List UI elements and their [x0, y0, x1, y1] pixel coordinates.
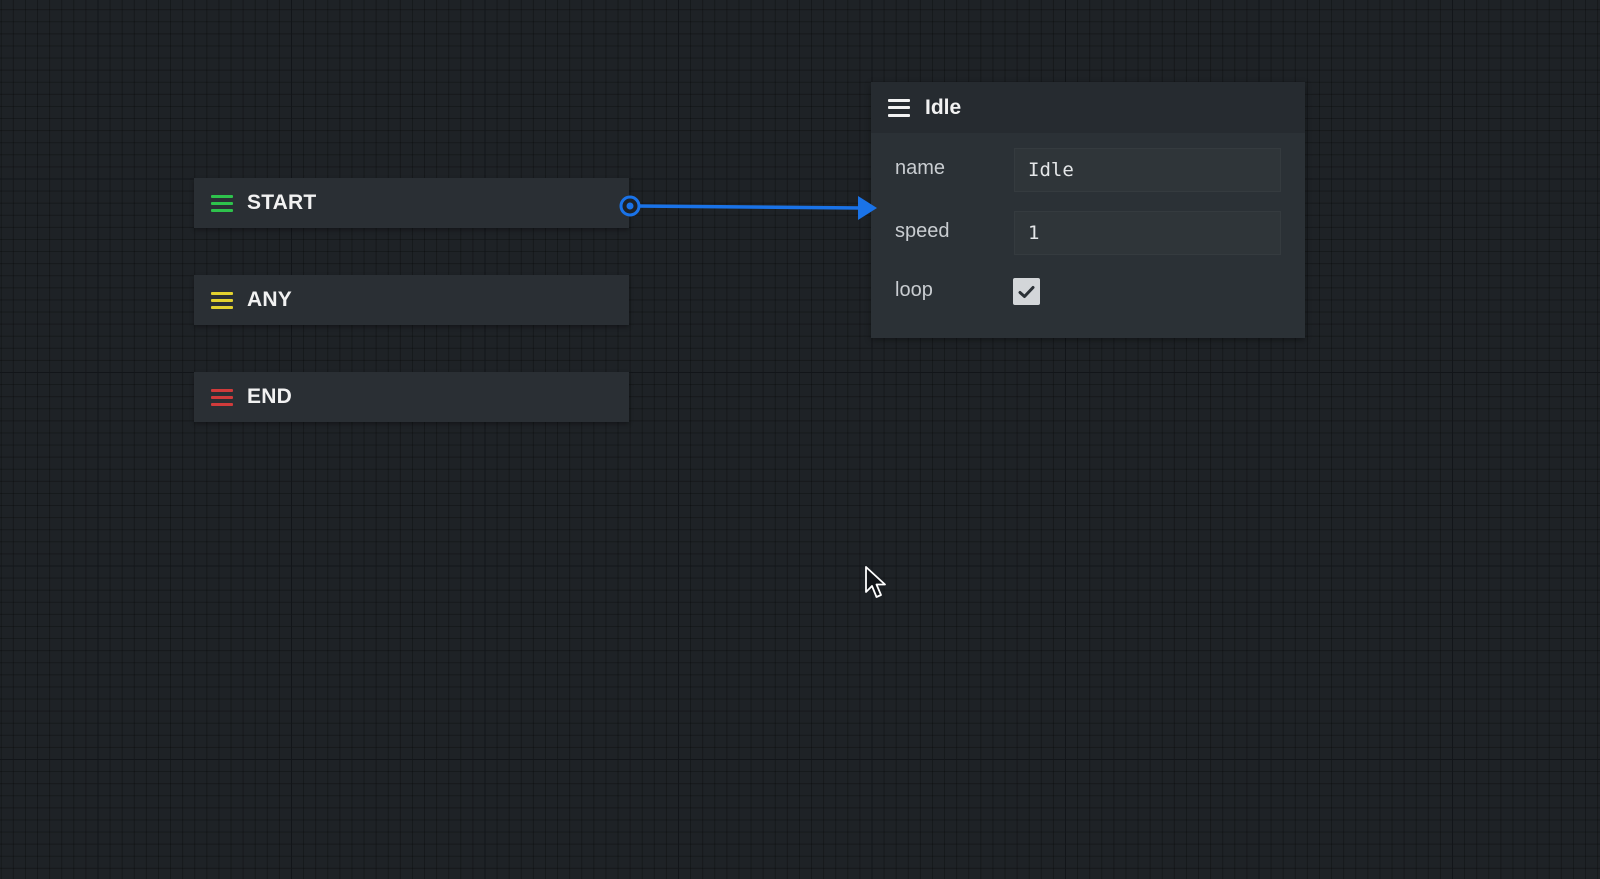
name-input[interactable] — [1014, 148, 1281, 192]
entry-node-end[interactable]: END — [194, 372, 629, 422]
state-node-title: Idle — [925, 95, 962, 119]
checkmark-icon — [1018, 285, 1035, 298]
entry-node-label: END — [247, 385, 292, 408]
entry-node-label: START — [247, 191, 317, 214]
graph-canvas[interactable]: START ANY END Idle name speed loop — [0, 0, 1600, 879]
property-label-speed: speed — [895, 220, 950, 242]
speed-input[interactable] — [1014, 211, 1281, 255]
state-node-header[interactable]: Idle — [871, 82, 1305, 133]
hamburger-icon[interactable] — [211, 194, 233, 212]
entry-node-start[interactable]: START — [194, 178, 629, 228]
state-node-idle[interactable]: Idle name speed loop — [871, 82, 1305, 338]
hamburger-icon[interactable] — [211, 291, 233, 309]
entry-node-label: ANY — [247, 288, 292, 311]
loop-checkbox[interactable] — [1013, 278, 1040, 305]
property-row-speed: speed — [871, 211, 1305, 257]
mouse-pointer-icon — [865, 566, 886, 598]
property-row-loop: loop — [871, 275, 1305, 321]
property-label-name: name — [895, 157, 946, 179]
hamburger-icon[interactable] — [211, 388, 233, 406]
entry-node-any[interactable]: ANY — [194, 275, 629, 325]
connection-start-to-idle — [619, 195, 877, 220]
property-row-name: name — [871, 148, 1305, 194]
hamburger-icon[interactable] — [888, 98, 910, 117]
connection-line — [629, 204, 863, 210]
property-label-loop: loop — [895, 279, 933, 301]
